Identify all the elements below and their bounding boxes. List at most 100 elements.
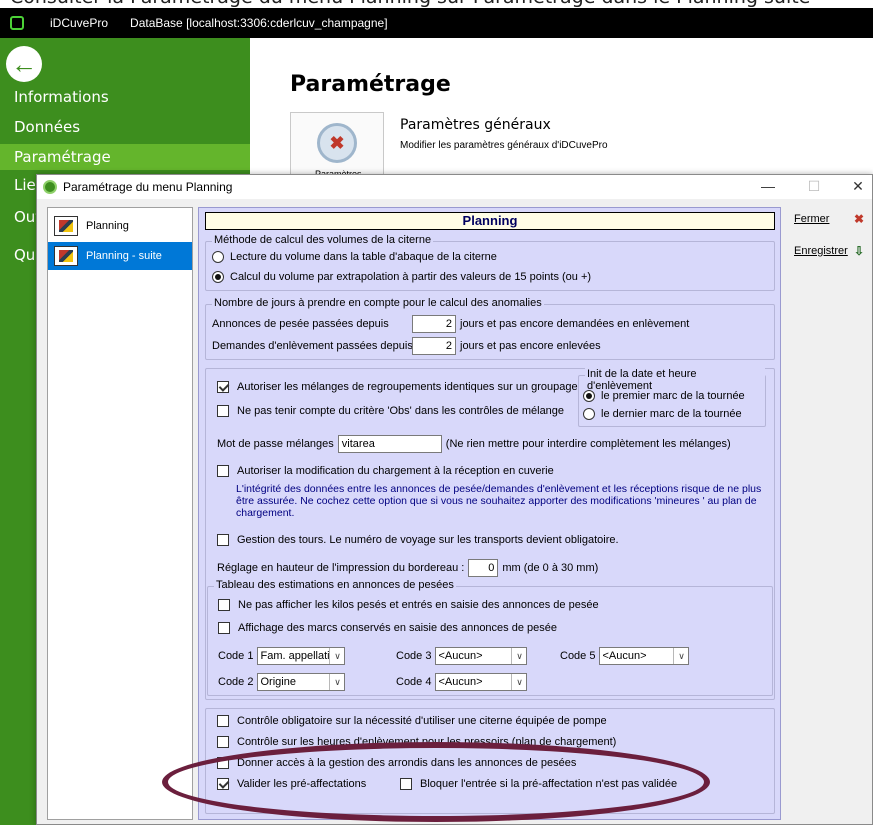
ignore-obs-checkbox[interactable] [217,405,229,417]
field-label: Annonces de pesée passées depuis [212,318,389,330]
chevron-down-icon[interactable]: ∨ [511,648,526,664]
page-item-label: Planning - suite [86,250,162,262]
group-title: Nombre de jours à prendre en compte pour… [212,297,544,309]
mix-password-row: Mot de passe mélanges vitarea (Ne rien m… [217,435,731,453]
chevron-down-icon[interactable]: ∨ [329,674,344,690]
field-label: Réglage en hauteur de l'impression du bo… [217,562,465,574]
reception-checkbox[interactable] [217,465,229,477]
option-label: Ne pas tenir compte du critère 'Obs' dan… [237,405,565,417]
radio-abaque[interactable] [212,251,224,263]
group-title: Méthode de calcul des volumes de la cite… [212,234,434,246]
minimize-icon[interactable]: — [753,178,783,194]
field-suffix: jours et pas encore demandées en enlèvem… [460,318,690,330]
button-label: Fermer [794,213,830,225]
removal-days-input[interactable]: 2 [412,337,456,355]
page-item-planning[interactable]: Planning [48,212,192,240]
exit-icon: ✖ [853,212,864,226]
radio-last-marc[interactable] [583,408,595,420]
print-height-input[interactable]: 0 [468,559,499,577]
code5-select[interactable]: <Aucun> ∨ [599,647,690,665]
init-first-option[interactable]: le premier marc de la tournée [583,390,745,402]
field-label: Mot de passe mélanges [217,438,334,450]
ignore-obs-option[interactable]: Ne pas tenir compte du critère 'Obs' dan… [217,405,564,417]
sidebar-item-donnees[interactable]: Données [14,118,80,136]
pump-control-checkbox[interactable] [217,715,229,727]
block-entry-checkbox[interactable] [400,778,412,790]
field-suffix: jours et pas encore enlevées [460,340,601,352]
field-label: Code 4 [396,676,432,688]
code1-select[interactable]: Fam. appellatic ∨ [257,647,346,665]
page-title: Paramétrage [290,72,451,97]
init-date-group: Init de la date et heure d'enlèvement le… [578,368,766,427]
show-marcs-option[interactable]: Affichage des marcs conservés en saisie … [218,622,557,634]
sidebar-item-parametrage[interactable]: Paramétrage [0,144,250,170]
hours-control-option[interactable]: Contrôle sur les heures d'enlèvement pou… [217,736,616,748]
close-icon[interactable]: ✕ [843,178,873,195]
announce-days-input[interactable]: 2 [412,315,456,333]
page-item-planning-suite[interactable]: Planning - suite [48,242,192,270]
rounding-checkbox[interactable] [217,757,229,769]
option-label: Valider les pré-affectations [237,778,367,790]
option-label: le premier marc de la tournée [601,390,745,402]
anomaly-days-group: Nombre de jours à prendre en compte pour… [205,297,775,360]
code3-field: Code 3 <Aucun> ∨ [396,647,528,665]
option-label: Autoriser les mélanges de regroupements … [237,381,578,393]
option-label: Contrôle sur les heures d'enlèvement pou… [237,736,617,748]
volume-option-extrapolation[interactable]: Calcul du volume par extrapolation à par… [212,271,591,283]
code4-field: Code 4 <Aucun> ∨ [396,673,528,691]
radio-first-marc[interactable] [583,390,595,402]
general-options-group: Autoriser les mélanges de regroupements … [205,368,775,700]
save-button[interactable]: Enregistrer ⇩ [789,239,869,263]
rounding-option[interactable]: Donner accès à la gestion des arrondis d… [217,757,576,769]
option-label: Calcul du volume par extrapolation à par… [230,271,592,283]
reception-option[interactable]: Autoriser la modification du chargement … [217,465,554,477]
chevron-down-icon[interactable]: ∨ [673,648,688,664]
mix-password-input[interactable]: vitarea [337,435,442,453]
allow-mix-checkbox[interactable] [217,381,229,393]
back-arrow-icon[interactable]: ← [6,46,42,82]
panel-header: Planning [205,212,775,230]
field-label: Code 3 [396,650,432,662]
select-value: <Aucun> [602,650,647,662]
hours-control-checkbox[interactable] [217,736,229,748]
option-label: Donner accès à la gestion des arrondis d… [237,757,577,769]
code4-select[interactable]: <Aucun> ∨ [435,673,528,691]
group-title: Init de la date et heure d'enlèvement [585,368,765,392]
controls-group: Contrôle obligatoire sur la nécessité d'… [205,708,775,814]
announce-days-row: Annonces de pesée passées depuis 2 jours… [212,315,689,333]
show-marcs-checkbox[interactable] [218,622,230,634]
chevron-down-icon[interactable]: ∨ [329,648,344,664]
option-label: Gestion des tours. Le numéro de voyage s… [237,534,619,546]
allow-mix-option[interactable]: Autoriser les mélanges de regroupements … [217,381,578,393]
radio-extrapolation[interactable] [212,271,224,283]
select-value: <Aucun> [438,676,483,688]
block-entry-option[interactable]: Bloquer l'entrée si la pré-affectation n… [400,778,677,790]
validate-preaffect-checkbox[interactable] [217,778,229,790]
validate-preaffect-option[interactable]: Valider les pré-affectations [217,778,366,790]
volume-method-group: Méthode de calcul des volumes de la cite… [205,234,775,291]
close-button[interactable]: Fermer ✖ [789,207,869,231]
page-list: Planning Planning - suite [47,207,193,820]
print-height-row: Réglage en hauteur de l'impression du bo… [217,559,598,577]
field-label: Demandes d'enlèvement passées depuis [212,340,413,352]
hide-kilos-option[interactable]: Ne pas afficher les kilos pesés et entré… [218,599,599,611]
pump-control-option[interactable]: Contrôle obligatoire sur la nécessité d'… [217,715,607,727]
option-label: Affichage des marcs conservés en saisie … [238,622,557,634]
maximize-icon[interactable]: ☐ [799,178,829,195]
section-title: Paramètres généraux [400,117,551,133]
estimates-group: Tableau des estimations en annonces de p… [207,579,773,696]
tours-option[interactable]: Gestion des tours. Le numéro de voyage s… [217,534,619,546]
code2-select[interactable]: Origine ∨ [257,673,346,691]
parametres-tile[interactable]: ✖ Paramètres [290,112,384,182]
chevron-down-icon[interactable]: ∨ [511,674,526,690]
init-last-option[interactable]: le dernier marc de la tournée [583,408,742,420]
hide-kilos-checkbox[interactable] [218,599,230,611]
top-caption: Consulter la Paramétrage du menu Plannin… [0,0,873,8]
settings-panel: Planning Méthode de calcul des volumes d… [198,207,781,820]
tours-checkbox[interactable] [217,534,229,546]
planning-dialog: Paramétrage du menu Planning — ☐ ✕ Plann… [36,174,873,825]
volume-option-abaque[interactable]: Lecture du volume dans la table d'abaque… [212,251,497,263]
code3-select[interactable]: <Aucun> ∨ [435,647,528,665]
app-titlebar: iDCuvePro DataBase [localhost:3306:cderl… [0,8,873,38]
sidebar-item-informations[interactable]: Informations [14,88,109,106]
